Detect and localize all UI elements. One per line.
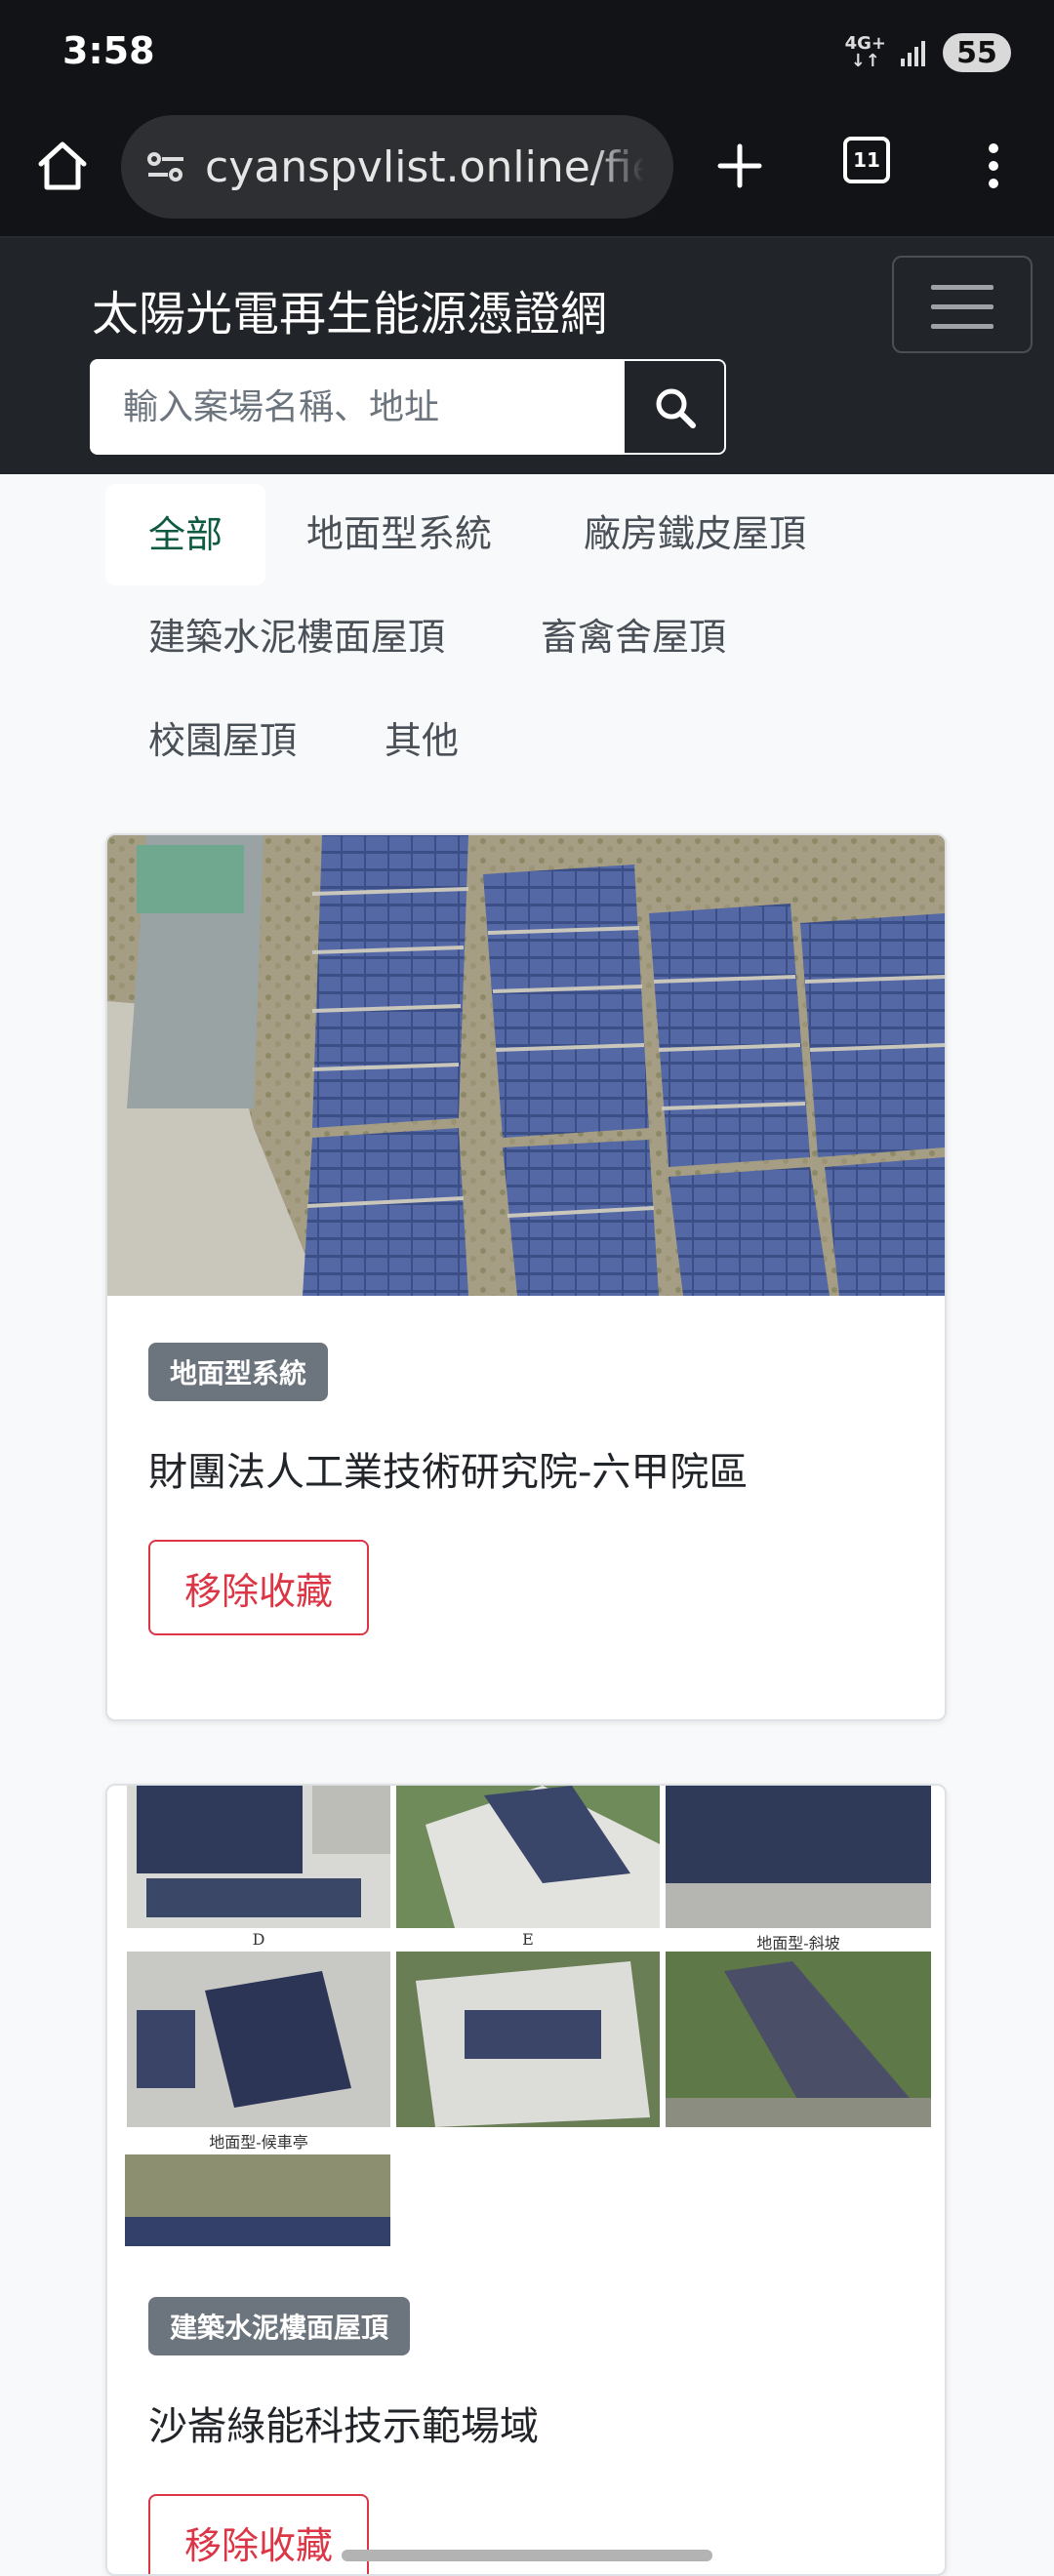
site-title[interactable]: 太陽光電再生能源憑證網 xyxy=(92,275,607,343)
filter-tab-campus-roof[interactable]: 校園屋頂 xyxy=(148,722,297,759)
solar-collage-photo[interactable]: D E 地面型-斜坡 地面型-候車亭 xyxy=(107,1786,945,2254)
filter-tab-all[interactable]: 全部 xyxy=(105,484,265,585)
collage-image xyxy=(127,1952,390,2127)
collage-image xyxy=(396,1952,660,2127)
url-text: cyanspvlist.online/field xyxy=(205,141,644,192)
signal-icon xyxy=(901,41,925,66)
collage-caption: D xyxy=(252,1930,265,1949)
site-card: 地面型系統 財團法人工業技術研究院-六甲院區 移除收藏 xyxy=(105,833,947,1721)
site-title-link[interactable]: 沙崙綠能科技示範場域 xyxy=(148,2395,539,2451)
search-icon xyxy=(656,388,696,428)
remove-favorite-button[interactable]: 移除收藏 xyxy=(148,2494,369,2574)
search-button[interactable] xyxy=(623,359,726,455)
network-type-icon: 4G+ ↓↑ xyxy=(844,33,886,71)
category-badge: 地面型系統 xyxy=(148,1343,329,1401)
status-bar: 3:58 4G+ ↓↑ 55 xyxy=(0,0,1054,109)
solar-farm-photo[interactable] xyxy=(107,835,945,1296)
collage-caption: 地面型-候車亭 xyxy=(209,2133,308,2152)
status-time: 3:58 xyxy=(62,29,155,72)
filter-tab-livestock-roof[interactable]: 畜禽舍屋頂 xyxy=(541,619,726,656)
site-navbar: 太陽光電再生能源憑證網 xyxy=(0,238,1054,474)
category-badge: 建築水泥樓面屋頂 xyxy=(148,2297,411,2355)
collage-caption: E xyxy=(522,1930,534,1949)
new-tab-icon[interactable] xyxy=(710,137,769,195)
battery-icon: 55 xyxy=(943,33,1011,72)
filter-tab-factory-roof[interactable]: 廠房鐵皮屋頂 xyxy=(584,515,806,552)
navbar-toggle-button[interactable] xyxy=(892,256,1033,353)
status-icons: 4G+ ↓↑ 55 xyxy=(845,33,1011,72)
collage-image xyxy=(125,2154,390,2246)
search-input[interactable] xyxy=(90,359,623,455)
site-title-link[interactable]: 財團法人工業技術研究院-六甲院區 xyxy=(148,1440,748,1497)
collage-image xyxy=(666,1786,931,1928)
remove-favorite-button[interactable]: 移除收藏 xyxy=(148,1540,369,1635)
more-menu-icon[interactable] xyxy=(976,137,1011,195)
browser-toolbar: cyanspvlist.online/field 11 xyxy=(0,109,1054,238)
site-settings-icon[interactable] xyxy=(142,143,189,190)
address-bar[interactable]: cyanspvlist.online/field xyxy=(121,115,673,219)
tab-count: 11 xyxy=(843,137,890,183)
collage-image xyxy=(127,1786,390,1928)
gesture-home-bar[interactable] xyxy=(342,2550,712,2561)
collage-image xyxy=(666,1952,931,2127)
filter-tab-concrete-roof[interactable]: 建築水泥樓面屋頂 xyxy=(148,619,445,656)
site-card: D E 地面型-斜坡 地面型-候車亭 建築水泥樓面屋頂 沙崙綠能科技示範場域 移… xyxy=(105,1784,947,2576)
filter-tab-other[interactable]: 其他 xyxy=(385,722,459,759)
home-icon[interactable] xyxy=(33,137,92,195)
collage-caption: 地面型-斜坡 xyxy=(756,1934,840,1952)
filter-tab-ground[interactable]: 地面型系統 xyxy=(306,515,492,552)
collage-image xyxy=(396,1786,660,1928)
tab-switcher-button[interactable]: 11 xyxy=(843,137,894,187)
